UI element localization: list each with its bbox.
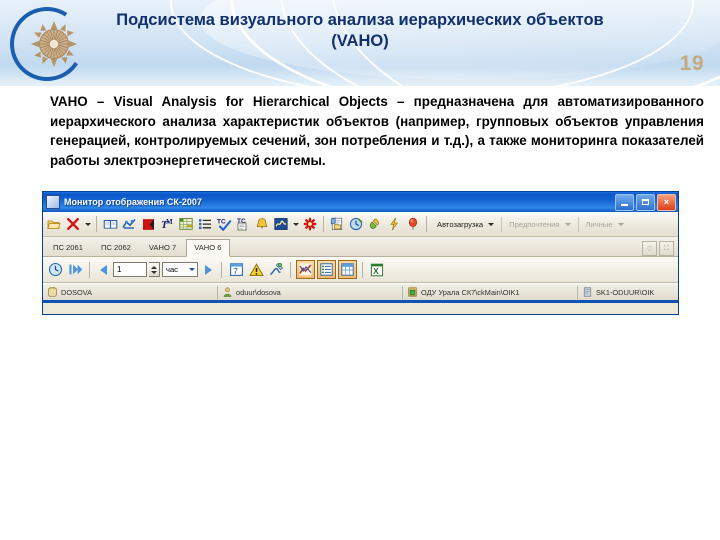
dropdown-personal[interactable]: Личные [580, 215, 630, 234]
tab-bar: ПС 2061 ПС 2062 VAHO 7 VAHO 6 ♡ ⛶ [43, 237, 678, 257]
signature-tool-icon[interactable] [267, 261, 285, 279]
tab-ps-2061[interactable]: ПС 2061 [45, 239, 91, 256]
table-view-toggle[interactable] [338, 260, 357, 279]
excel-export-icon[interactable]: X [368, 261, 386, 279]
tab-restore-button[interactable]: ♡ [642, 241, 657, 256]
user-icon [223, 287, 232, 297]
database-icon [48, 287, 57, 297]
signal-curve-icon[interactable] [272, 215, 290, 233]
window-bottom-edge [43, 300, 678, 303]
green-grid-icon[interactable] [177, 215, 195, 233]
header-baseline [0, 86, 720, 88]
tab-ps-2062[interactable]: ПС 2062 [93, 239, 139, 256]
status-bar: DOSOVA oduur\dosova ОДУ Урала СК7\ckMain… [43, 283, 678, 300]
dropdown-autoload[interactable]: Автозагрузка [431, 215, 500, 234]
signal-dropdown-caret-icon[interactable] [291, 215, 300, 233]
time-unit-value: час [166, 265, 178, 274]
stepper-down-icon [151, 270, 157, 274]
next-arrow-icon[interactable] [200, 261, 216, 279]
navigation-toolbar: 1 час 7 X [43, 257, 678, 283]
chevron-down-icon [617, 222, 624, 226]
list-icon[interactable] [196, 215, 214, 233]
dropdown-preferences[interactable]: Предпочтения [503, 215, 576, 234]
tab-vaho-6[interactable]: VAHO 6 [186, 239, 230, 257]
toolbar-separator [96, 216, 97, 232]
bell-icon[interactable] [253, 215, 271, 233]
status-server: ОДУ Урала СК7\ckMain\OIK1 [403, 285, 578, 299]
tc-check-icon[interactable]: TC [215, 215, 233, 233]
status-user-text: oduur\dosova [236, 287, 281, 297]
report-icon[interactable] [328, 215, 346, 233]
clock-icon[interactable] [347, 215, 365, 233]
plug-icon[interactable] [366, 215, 384, 233]
slide-header: Подсистема визуального анализа иерархиче… [0, 0, 720, 88]
status-node-text: SK1-ODUUR\OIK [596, 287, 655, 297]
window-title: Монитор отображения СК-2007 [64, 197, 202, 207]
maximize-button[interactable] [636, 193, 655, 211]
close-button[interactable]: × [657, 193, 676, 211]
warning-triangle-icon[interactable] [247, 261, 265, 279]
header-lower-band [0, 64, 720, 88]
slide-body-text: VAHO – Visual Analysis for Hierarchical … [50, 94, 704, 168]
play-all-icon[interactable] [66, 261, 84, 279]
node-icon [583, 287, 592, 297]
chevron-down-icon [488, 222, 495, 226]
delete-red-x-icon[interactable] [64, 215, 82, 233]
tab-close-button[interactable]: ⛶ [659, 241, 674, 256]
toolbar-separator [577, 216, 579, 232]
organization-logo [3, 0, 94, 88]
dropdown-preferences-label: Предпочтения [509, 219, 560, 229]
status-user: oduur\dosova [218, 285, 403, 299]
dropdown-autoload-label: Автозагрузка [437, 219, 484, 229]
chevron-down-icon [189, 268, 195, 271]
window-controls: × [615, 193, 676, 211]
app-icon [46, 195, 60, 209]
page-title: Подсистема визуального анализа иерархиче… [116, 11, 604, 50]
delete-dropdown-caret-icon[interactable] [83, 215, 92, 233]
server-icon [408, 287, 417, 297]
chart-view-toggle[interactable] [296, 260, 315, 279]
svg-text:X: X [373, 267, 379, 276]
time-unit-select[interactable]: час [162, 262, 198, 277]
navbar-separator [89, 261, 90, 278]
chevron-down-icon [564, 222, 571, 226]
status-database-text: DOSOVA [61, 287, 93, 297]
tab-vaho-7[interactable]: VAHO 7 [141, 239, 184, 256]
page-number: 19 [679, 52, 704, 75]
tc-copy-icon[interactable]: TC [234, 215, 252, 233]
status-node: SK1-ODUUR\OIK [578, 286, 678, 299]
blue-chart-icon[interactable] [120, 215, 138, 233]
toolbar-separator [501, 216, 503, 232]
logo-sunburst-wheel-icon [30, 20, 78, 68]
interval-input[interactable]: 1 [113, 262, 147, 277]
navbar-separator [290, 261, 291, 278]
lightning-icon[interactable] [385, 215, 403, 233]
status-database: DOSOVA [43, 285, 218, 299]
red-asterisk-icon[interactable] [301, 215, 319, 233]
dropdown-personal-label: Личные [585, 219, 613, 229]
refresh-clock-icon[interactable] [46, 261, 64, 279]
svg-text:7: 7 [233, 267, 238, 276]
balloon-icon[interactable] [404, 215, 422, 233]
status-server-text: ОДУ Урала СК7\ckMain\OIK1 [421, 287, 520, 297]
svg-text:TC: TC [217, 219, 226, 226]
minimize-button[interactable] [615, 193, 634, 211]
list-view-toggle[interactable] [317, 260, 336, 279]
toolbar-separator [426, 216, 427, 232]
main-toolbar: T M TC TC Автозагрузка Предпочтения Личн… [43, 212, 678, 237]
app-window-screenshot: Монитор отображения СК-2007 × T M TC TC … [42, 191, 679, 315]
toolbar-separator [323, 216, 324, 232]
navbar-separator [362, 261, 363, 278]
tm-icon[interactable]: T M [158, 215, 176, 233]
previous-arrow-icon[interactable] [95, 261, 111, 279]
interval-stepper[interactable] [149, 262, 160, 277]
svg-text:M: M [166, 218, 173, 226]
book-icon[interactable] [101, 215, 119, 233]
navbar-separator [221, 261, 222, 278]
calendar-icon[interactable]: 7 [227, 261, 245, 279]
window-titlebar: Монитор отображения СК-2007 × [43, 192, 678, 212]
open-folder-icon[interactable] [45, 215, 63, 233]
stepper-up-icon [151, 265, 157, 269]
red-block-icon[interactable] [139, 215, 157, 233]
